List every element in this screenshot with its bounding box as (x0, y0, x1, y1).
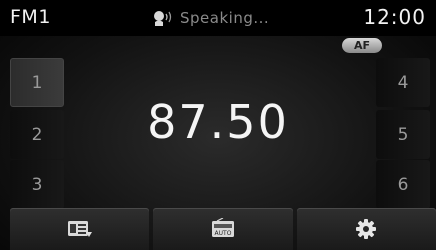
preset-4[interactable]: 4 (376, 58, 430, 107)
voice-icon (154, 11, 172, 26)
speaking-text: Speaking... (180, 9, 270, 27)
preset-2[interactable]: 2 (10, 110, 64, 159)
settings-button[interactable] (296, 208, 436, 250)
preset-6[interactable]: 6 (376, 160, 430, 209)
radio-auto-icon: AUTO (211, 218, 234, 237)
band-label[interactable]: FM1 (10, 6, 51, 28)
auto-store-button[interactable]: AUTO (153, 208, 293, 250)
gear-icon (356, 219, 377, 239)
af-badge[interactable]: AF (342, 38, 382, 53)
auto-icon-text: AUTO (215, 230, 232, 237)
clock: 12:00 (363, 5, 426, 29)
preset-1[interactable]: 1 (10, 58, 64, 107)
radio-list-icon (67, 221, 92, 237)
frequency-display: 87.50 (147, 95, 289, 149)
preset-5[interactable]: 5 (376, 110, 430, 159)
status-bar: FM1 Speaking... 12:00 (0, 0, 436, 36)
station-list-button[interactable] (10, 208, 150, 250)
bottom-bar: AUTO (10, 208, 436, 250)
preset-3[interactable]: 3 (10, 160, 64, 209)
radio-screen: FM1 Speaking... 12:00 AF 1 2 3 4 5 6 87.… (0, 0, 436, 250)
speaking-indicator: Speaking... (152, 8, 269, 28)
